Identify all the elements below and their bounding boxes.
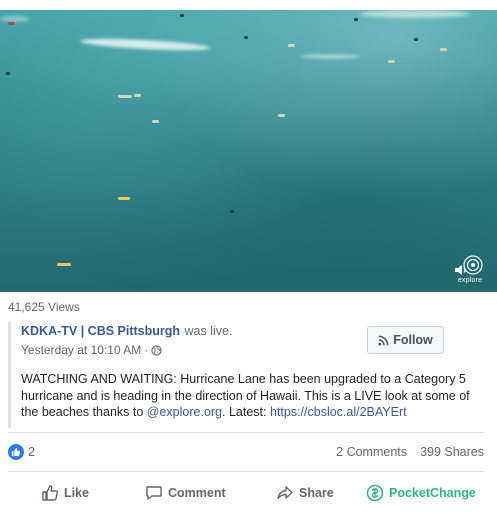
divider — [8, 432, 484, 433]
surfer — [388, 60, 395, 63]
pocketchange-button[interactable]: PocketChange — [366, 478, 476, 508]
like-count[interactable]: 2 — [28, 445, 35, 459]
swimmer — [354, 18, 358, 21]
like-reaction-icon[interactable] — [8, 444, 24, 460]
share-icon — [277, 486, 293, 500]
surfer — [278, 114, 285, 117]
pocketchange-icon — [366, 484, 384, 502]
follow-button[interactable]: Follow — [367, 326, 444, 354]
follow-label: Follow — [393, 333, 433, 347]
comments-count[interactable]: 2 Comments — [336, 445, 407, 459]
wave-foam — [79, 36, 211, 53]
swimmer — [6, 72, 10, 75]
surfer — [8, 22, 15, 25]
comment-button[interactable]: Comment — [145, 478, 226, 508]
mention-link[interactable]: @explore.org — [147, 405, 222, 419]
explore-watermark-text: explore — [457, 277, 483, 284]
view-count: 41,625 Views — [8, 300, 80, 314]
swimmer — [230, 210, 234, 213]
pocketchange-label: PocketChange — [389, 486, 476, 500]
post-text-after-mention: . Latest: — [222, 405, 270, 419]
divider — [8, 471, 484, 472]
swimmer — [180, 14, 184, 17]
wave-foam — [360, 10, 470, 18]
like-button[interactable]: Like — [41, 478, 89, 508]
swimmer — [244, 36, 248, 39]
surfer — [152, 120, 159, 123]
surfer — [288, 44, 295, 47]
surfer — [118, 95, 132, 98]
reaction-counts: 2 2 Comments 399 Shares — [8, 442, 484, 462]
live-status: was live. — [184, 324, 233, 338]
thumbs-up-icon — [42, 485, 58, 501]
live-video-player[interactable]: explore — [0, 10, 497, 292]
share-button[interactable]: Share — [276, 478, 334, 508]
comment-label: Comment — [168, 486, 226, 500]
explore-watermark: explore — [453, 254, 487, 284]
action-bar: Like Comment Share PocketChange — [8, 478, 484, 508]
like-label: Like — [64, 486, 90, 500]
surfer — [57, 263, 71, 266]
surfer — [440, 48, 447, 51]
surfer — [134, 94, 141, 97]
meta-separator: · — [144, 343, 149, 357]
post-text: WATCHING AND WAITING: Hurricane Lane has… — [21, 371, 481, 421]
post-timestamp[interactable]: Yesterday at 10:10 AM — [21, 343, 141, 357]
rss-icon — [378, 335, 389, 346]
page-name-link[interactable]: KDKA-TV | CBS Pittsburgh — [21, 324, 180, 338]
surfer — [118, 197, 130, 200]
globe-icon — [151, 344, 162, 356]
wave-foam — [0, 16, 30, 22]
shares-count[interactable]: 399 Shares — [420, 445, 484, 459]
article-link[interactable]: https://cbsloc.al/2BAYErt — [270, 405, 407, 419]
swimmer — [414, 38, 418, 41]
wave-foam — [300, 54, 360, 59]
comment-icon — [146, 486, 162, 500]
share-label: Share — [299, 486, 334, 500]
shared-post: KDKA-TV | CBS Pittsburgh was live. Yeste… — [8, 322, 484, 428]
explore-logo-icon — [463, 255, 483, 275]
